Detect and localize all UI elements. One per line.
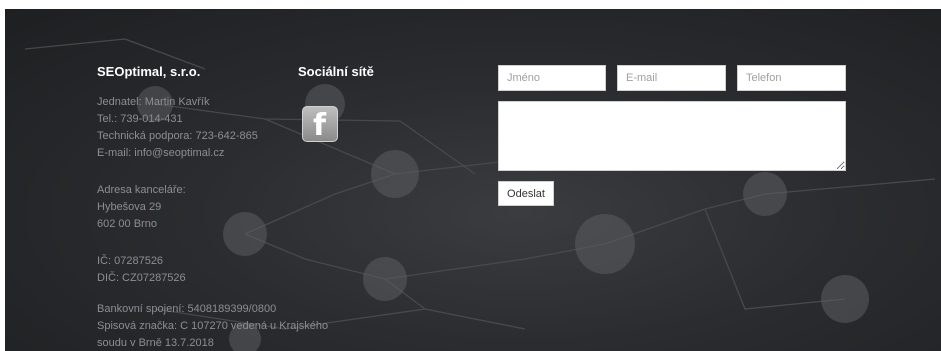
registration-note-continued: soudu v Brně 13.7.2018 [97,337,214,349]
name-input[interactable] [498,65,606,91]
company-dic: DIČ: CZ07287526 [97,272,186,284]
email-input[interactable] [617,65,726,91]
bank-account: Bankovní spojení: 5408189399/0800 [97,303,277,315]
page: SEOptimal, s.r.o. Jednatel: Martin Kavří… [0,0,941,351]
facebook-icon[interactable]: f [302,106,338,143]
social-column: Sociální sítě f [298,64,448,143]
address-heading: Adresa kanceláře: [97,184,186,196]
submit-button[interactable]: Odeslat [498,181,554,206]
registration-note: Spisová značka: C 107270 vedená u Krajsk… [97,320,329,332]
social-heading: Sociální sítě [298,64,374,79]
contact-email: E-mail: info@seoptimal.cz [97,147,225,159]
message-textarea[interactable] [498,101,846,171]
phone-input[interactable] [737,65,846,91]
address-city: 602 00 Brno [97,218,157,230]
address-street: Hybešova 29 [97,201,162,213]
facebook-glyph: f [313,108,327,143]
company-ic: IČ: 07287526 [97,255,164,267]
